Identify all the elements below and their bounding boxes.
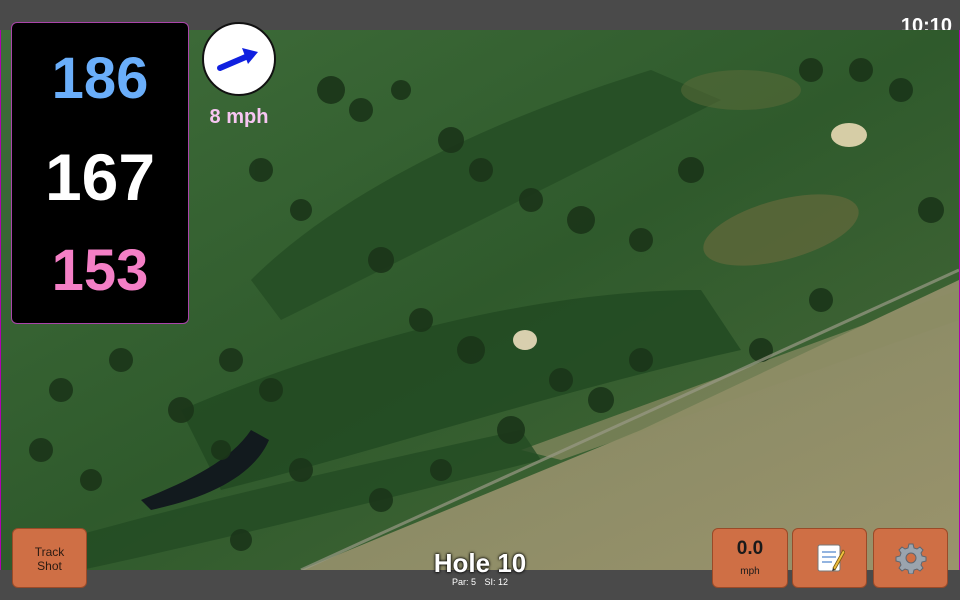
hole-info: Par: 5 SI: 12 [400, 577, 560, 587]
back-of-green-distance: 186 [51, 46, 149, 111]
speed-unit: mph [740, 566, 760, 577]
front-of-green-distance: 153 [51, 238, 149, 303]
scorecard-note-icon [817, 544, 845, 572]
speed-button[interactable]: 0.0 mph [712, 528, 788, 588]
wind-direction-arrow-icon [217, 48, 258, 71]
hole-title: Hole 10 [433, 548, 527, 578]
wind-speed: 8 mph [209, 106, 269, 128]
wind-indicator [202, 22, 276, 96]
speed-value: 0.0 [736, 538, 764, 559]
gear-icon [895, 543, 926, 574]
distance-panel: 186 167 153 [11, 22, 189, 324]
track-shot-button[interactable]: Track Shot [12, 528, 87, 588]
track-shot-label: Track Shot [34, 545, 65, 573]
scorecard-button[interactable] [792, 528, 867, 588]
middle-of-green-distance: 167 [44, 140, 156, 214]
hole-stroke-index: SI: 12 [484, 577, 509, 587]
settings-button[interactable] [873, 528, 948, 588]
hole-par: Par: 5 [451, 577, 476, 587]
